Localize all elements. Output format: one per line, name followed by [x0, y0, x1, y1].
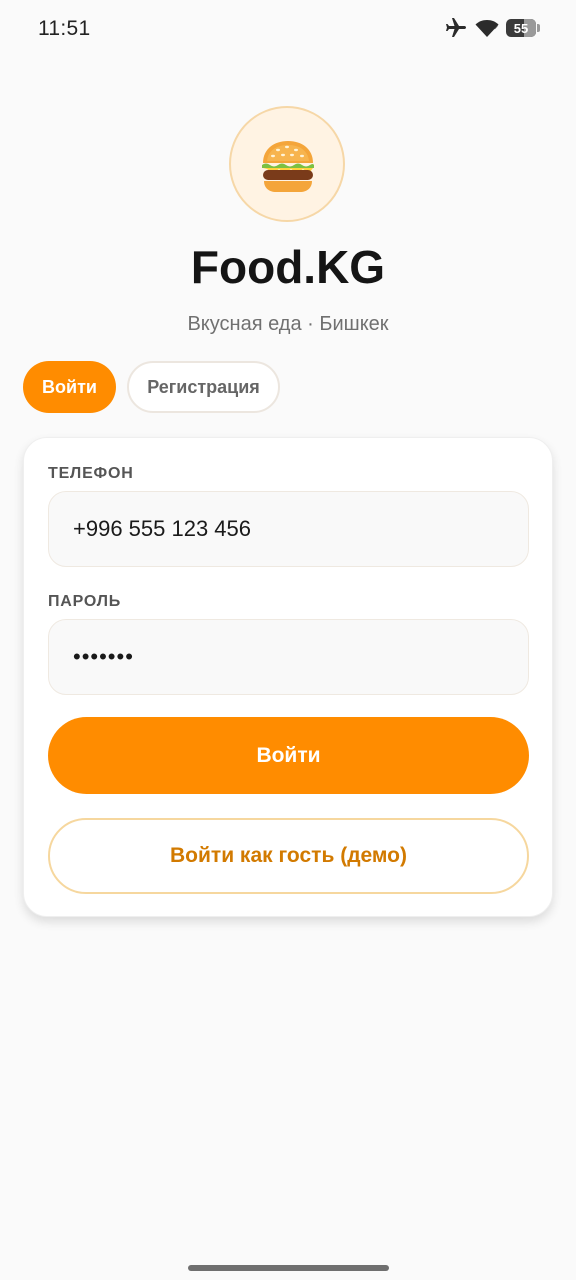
status-icons: 55 — [444, 16, 540, 40]
status-time: 11:51 — [38, 17, 91, 40]
phone-label: ТЕЛЕФОН — [48, 465, 134, 482]
password-field[interactable]: ••••••• — [48, 619, 529, 695]
home-indicator[interactable] — [188, 1265, 389, 1271]
tab-register[interactable]: Регистрация — [127, 361, 280, 413]
battery-level: 55 — [513, 20, 529, 36]
password-label: ПАРОЛЬ — [48, 593, 122, 610]
airplane-mode-icon — [444, 16, 468, 40]
app-subtitle: Вкусная еда · Бишкек — [187, 313, 389, 335]
tab-login[interactable]: Войти — [23, 361, 116, 413]
app-title: Food.KG — [190, 241, 386, 293]
wifi-icon — [474, 17, 500, 39]
battery-icon: 55 — [506, 18, 540, 38]
auth-tabs: Войти Регистрация — [23, 361, 280, 413]
login-card: ТЕЛЕФОН +996 555 123 456 ПАРОЛЬ ••••••• … — [23, 437, 553, 917]
login-button[interactable]: Войти — [48, 717, 529, 794]
phone-field[interactable]: +996 555 123 456 — [48, 491, 529, 567]
guest-login-button[interactable]: Войти как гость (демо) — [48, 818, 529, 894]
burger-icon — [262, 141, 314, 192]
status-bar: 11:51 55 — [0, 0, 576, 60]
app-logo — [229, 106, 345, 222]
